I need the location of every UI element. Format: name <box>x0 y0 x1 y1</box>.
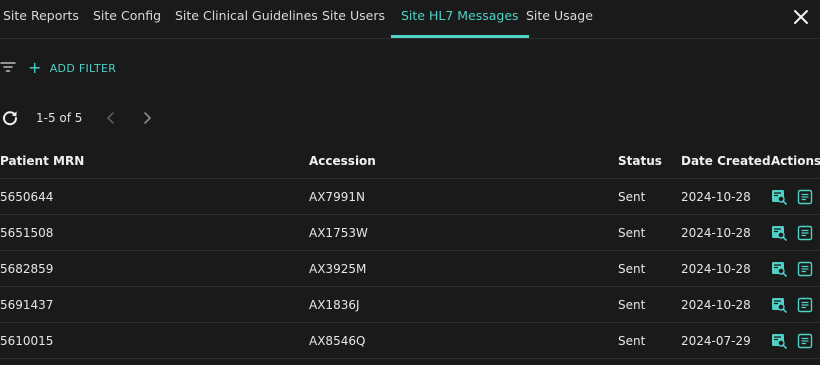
status-cell: Sent <box>618 298 646 312</box>
tab-site-hl7-messages[interactable]: Site HL7 Messages <box>391 0 529 38</box>
document-lines-icon[interactable] <box>797 297 813 313</box>
document-lines-icon[interactable] <box>797 333 813 349</box>
table-row: 5650644 AX7991N Sent 2024-10-28 <box>0 179 820 215</box>
refresh-icon[interactable] <box>1 109 19 127</box>
message-search-icon[interactable] <box>771 225 787 241</box>
status-cell: Sent <box>618 226 646 240</box>
accession-cell: AX8546Q <box>309 334 366 348</box>
date-created-cell: 2024-10-28 <box>681 298 751 312</box>
chevron-right-icon[interactable] <box>139 110 155 126</box>
document-lines-icon[interactable] <box>797 225 813 241</box>
column-header-actions: Actions <box>771 154 820 168</box>
message-search-icon[interactable] <box>771 189 787 205</box>
column-header-date-created[interactable]: Date Created <box>681 143 771 179</box>
document-lines-icon[interactable] <box>797 189 813 205</box>
table-row: 5651508 AX1753W Sent 2024-10-28 <box>0 215 820 251</box>
date-created-cell: 2024-10-28 <box>681 190 751 204</box>
accession-cell: AX3925M <box>309 262 367 276</box>
add-filter-label: ADD FILTER <box>49 62 117 75</box>
tab-site-reports[interactable]: Site Reports <box>3 0 79 35</box>
accession-cell: AX7991N <box>309 190 365 204</box>
column-header-accession[interactable]: Accession <box>309 143 376 179</box>
tab-site-clinical-guidelines[interactable]: Site Clinical Guidelines <box>175 0 318 35</box>
add-filter-button[interactable]: + ADD FILTER <box>28 55 116 81</box>
message-search-icon[interactable] <box>771 297 787 313</box>
tab-label: Site HL7 Messages <box>401 8 519 23</box>
status-cell: Sent <box>618 262 646 276</box>
pagination-range: 1-5 of 5 <box>36 111 83 125</box>
chevron-left-icon[interactable] <box>103 110 119 126</box>
patient-mrn-cell: 5651508 <box>0 226 54 240</box>
patient-mrn-cell: 5691437 <box>0 298 54 312</box>
patient-mrn-cell: 5610015 <box>0 334 54 348</box>
date-created-cell: 2024-10-28 <box>681 226 751 240</box>
message-search-icon[interactable] <box>771 261 787 277</box>
column-header-patient-mrn[interactable]: Patient MRN <box>0 143 84 179</box>
tab-site-config[interactable]: Site Config <box>93 0 161 35</box>
filter-toolbar: + ADD FILTER <box>0 55 300 81</box>
message-search-icon[interactable] <box>771 333 787 349</box>
filter-list-icon[interactable] <box>0 59 16 75</box>
tab-site-usage[interactable]: Site Usage <box>526 0 593 35</box>
date-created-cell: 2024-07-29 <box>681 334 751 348</box>
date-created-cell: 2024-10-28 <box>681 262 751 276</box>
table-row: 5691437 AX1836J Sent 2024-10-28 <box>0 287 820 323</box>
hl7-messages-table: Patient MRN Accession Status Date Create… <box>0 143 820 359</box>
status-cell: Sent <box>618 190 646 204</box>
accession-cell: AX1753W <box>309 226 368 240</box>
tab-site-users[interactable]: Site Users <box>322 0 385 35</box>
status-cell: Sent <box>618 334 646 348</box>
tab-bar: Site Reports Site Config Site Clinical G… <box>0 0 820 39</box>
close-button[interactable] <box>790 6 812 28</box>
accession-cell: AX1836J <box>309 298 360 312</box>
table-header-row: Patient MRN Accession Status Date Create… <box>0 143 820 179</box>
plus-icon: + <box>28 58 42 77</box>
table-row: 5610015 AX8546Q Sent 2024-07-29 <box>0 323 820 359</box>
pagination-bar: 1-5 of 5 <box>0 105 200 131</box>
patient-mrn-cell: 5650644 <box>0 190 54 204</box>
table-row: 5682859 AX3925M Sent 2024-10-28 <box>0 251 820 287</box>
patient-mrn-cell: 5682859 <box>0 262 54 276</box>
document-lines-icon[interactable] <box>797 261 813 277</box>
column-header-status[interactable]: Status <box>618 143 662 179</box>
close-icon <box>794 10 808 24</box>
